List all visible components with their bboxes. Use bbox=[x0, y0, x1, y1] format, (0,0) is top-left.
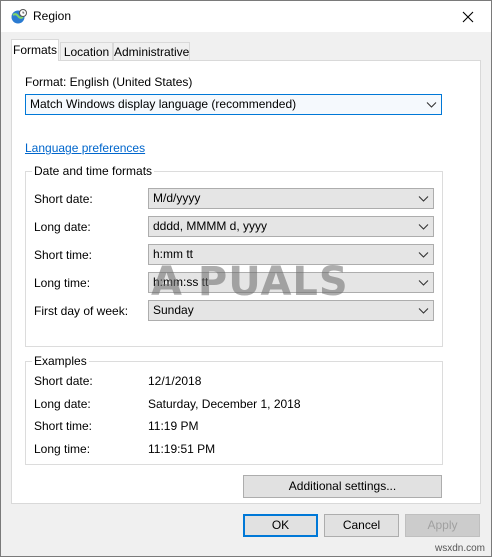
tab-formats[interactable]: Formats bbox=[11, 39, 59, 61]
close-button[interactable] bbox=[445, 1, 491, 32]
cancel-button[interactable]: Cancel bbox=[324, 514, 399, 537]
examples-title: Examples bbox=[32, 354, 89, 368]
example-short-time-value: 11:19 PM bbox=[148, 419, 199, 433]
chevron-down-icon bbox=[418, 308, 429, 314]
example-long-date-value: Saturday, December 1, 2018 bbox=[148, 397, 301, 411]
ok-button[interactable]: OK bbox=[243, 514, 318, 537]
chevron-down-icon bbox=[426, 102, 437, 108]
long-date-value: dddd, MMMM d, yyyy bbox=[153, 219, 268, 233]
first-day-of-week-label: First day of week: bbox=[34, 304, 129, 318]
long-date-label: Long date: bbox=[34, 220, 91, 234]
site-watermark: wsxdn.com bbox=[434, 543, 485, 554]
long-time-label: Long time: bbox=[34, 276, 91, 290]
formats-panel: Format: English (United States) Match Wi… bbox=[11, 60, 481, 504]
first-day-of-week-value: Sunday bbox=[153, 303, 194, 317]
format-dropdown[interactable]: Match Windows display language (recommen… bbox=[25, 94, 442, 115]
format-selected-value: Match Windows display language (recommen… bbox=[30, 97, 297, 111]
chevron-down-icon bbox=[418, 224, 429, 230]
close-icon bbox=[462, 11, 474, 22]
chevron-down-icon bbox=[418, 280, 429, 286]
example-long-time-label: Long time: bbox=[34, 442, 91, 456]
example-long-date-label: Long date: bbox=[34, 397, 91, 411]
short-date-value: M/d/yyyy bbox=[153, 191, 201, 205]
short-time-value: h:mm tt bbox=[153, 247, 194, 261]
examples-group: Examples Short date: 12/1/2018 Long date… bbox=[25, 354, 443, 465]
globe-clock-icon bbox=[11, 9, 27, 24]
chevron-down-icon bbox=[418, 252, 429, 258]
long-time-dropdown[interactable]: h:mm:ss tt bbox=[148, 272, 434, 293]
example-short-date-label: Short date: bbox=[34, 374, 93, 388]
example-long-time-value: 11:19:51 PM bbox=[148, 442, 216, 456]
apply-button[interactable]: Apply bbox=[405, 514, 480, 537]
region-dialog: Region Formats Location Administrative F… bbox=[0, 0, 492, 557]
long-time-value: h:mm:ss tt bbox=[153, 275, 209, 289]
short-time-dropdown[interactable]: h:mm tt bbox=[148, 244, 434, 265]
language-preferences-link[interactable]: Language preferences bbox=[25, 141, 145, 155]
title-bar[interactable]: Region bbox=[1, 1, 491, 32]
date-time-formats-title: Date and time formats bbox=[32, 164, 155, 178]
short-time-label: Short time: bbox=[34, 248, 93, 262]
example-short-time-label: Short time: bbox=[34, 419, 93, 433]
example-short-date-value: 12/1/2018 bbox=[148, 374, 202, 388]
short-date-dropdown[interactable]: M/d/yyyy bbox=[148, 188, 434, 209]
additional-settings-button[interactable]: Additional settings... bbox=[243, 475, 442, 498]
tab-location[interactable]: Location bbox=[60, 42, 113, 60]
long-date-dropdown[interactable]: dddd, MMMM d, yyyy bbox=[148, 216, 434, 237]
first-day-of-week-dropdown[interactable]: Sunday bbox=[148, 300, 434, 321]
date-time-formats-group: Date and time formats Short date: M/d/yy… bbox=[25, 164, 443, 347]
tab-administrative[interactable]: Administrative bbox=[113, 42, 190, 60]
short-date-label: Short date: bbox=[34, 192, 93, 206]
format-label: Format: English (United States) bbox=[25, 75, 193, 89]
chevron-down-icon bbox=[418, 196, 429, 202]
window-title: Region bbox=[33, 9, 72, 23]
